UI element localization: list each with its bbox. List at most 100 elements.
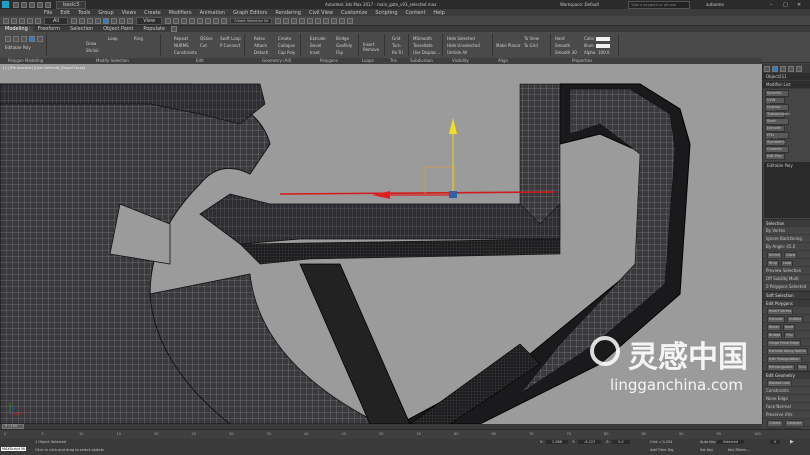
to-grid-button[interactable]: To Grid (524, 43, 538, 48)
modifier-button-shell[interactable]: Shell (765, 118, 789, 125)
toggle-ribbon-icon[interactable] (299, 17, 306, 24)
snaps-toggle-icon[interactable] (189, 17, 196, 24)
alpha-value[interactable]: 100.0 (598, 50, 609, 55)
menu-edit[interactable]: Edit (56, 10, 74, 16)
edge-mode-icon[interactable] (13, 36, 19, 42)
menu-group[interactable]: Group (94, 10, 117, 16)
bevel-button[interactable]: Bevel (310, 43, 321, 48)
workspace-dropdown[interactable]: Workspace: Default (560, 2, 599, 7)
selection-rollout-header[interactable]: Selection (763, 219, 810, 227)
maxscript-listener[interactable]: MAXScript Mi (1, 447, 27, 451)
z-coord-field[interactable]: 0.0 (612, 440, 630, 444)
modifier-button-ffd[interactable]: FFD Modifier (765, 132, 789, 142)
redo-icon[interactable] (45, 1, 51, 8)
menu-create[interactable]: Create (140, 10, 165, 16)
element-mode-icon[interactable] (37, 36, 43, 42)
collapse-button[interactable]: Collapse (278, 43, 295, 48)
modifier-button-turbosmooth[interactable]: Turbosmooth (765, 111, 790, 118)
select-place-icon[interactable] (127, 17, 134, 24)
selection-filter-dropdown[interactable]: All (44, 16, 69, 25)
undo-toolbar-icon[interactable] (3, 17, 9, 24)
maximize-icon[interactable]: □ (783, 2, 788, 8)
hierarchy-tab-icon[interactable] (780, 65, 786, 72)
bridge-button-cp[interactable]: Bridge (767, 331, 783, 338)
stack-item-editable-poly[interactable]: Editable Poly (764, 162, 810, 169)
y-coord-field[interactable]: -6.227 (578, 440, 602, 444)
percent-snap-icon[interactable] (205, 17, 212, 24)
edit-geometry-rollout-header[interactable]: Edit Geometry (763, 371, 810, 379)
current-frame-field[interactable]: 0 (770, 440, 781, 444)
named-selection-set-dropdown[interactable]: Create Selection Se (230, 17, 273, 24)
pconnect-button[interactable]: P Connect (220, 43, 240, 48)
constraints-button[interactable]: Constraints (174, 50, 197, 55)
inset-button-cp[interactable]: Inset (782, 323, 796, 330)
editable-poly-label[interactable]: Editable Poly (5, 45, 31, 50)
app-logo-icon[interactable] (2, 1, 9, 8)
grow-button-cp[interactable]: Grow (784, 251, 798, 258)
menu-tools[interactable]: Tools (74, 10, 94, 16)
select-manipulate-icon[interactable] (173, 17, 180, 24)
relax-button[interactable]: Relax (254, 36, 265, 41)
render-setup-icon[interactable] (331, 17, 338, 24)
hard-button[interactable]: Hard (555, 36, 565, 41)
ring-button-cp[interactable]: Ring (767, 259, 779, 266)
unlink-icon[interactable] (27, 17, 33, 24)
preserve-uvs-checkbox[interactable]: Preserve UVs (763, 411, 810, 419)
extrude-button[interactable]: Extrude (310, 36, 326, 41)
remove-loop-button[interactable]: Remove (363, 47, 379, 52)
constraint-edge-radio[interactable]: Edge (778, 396, 788, 401)
viewport-label[interactable]: [+] [Perspective] [User Defined] [Edged … (3, 66, 85, 70)
pivot-center-icon[interactable] (165, 17, 172, 24)
close-icon[interactable]: ✕ (797, 2, 801, 8)
attach-button[interactable]: Attach (254, 43, 267, 48)
spinner-snap-icon[interactable] (213, 17, 220, 24)
search-box[interactable]: Type a keyword or phrase (628, 0, 690, 9)
by-angle-value[interactable]: 45.0 (786, 244, 795, 249)
outline-button-cp[interactable]: Outline (786, 315, 804, 322)
retri-button[interactable]: Re Tri (392, 50, 403, 55)
align-icon[interactable] (283, 17, 290, 24)
ignore-backfacing-checkbox[interactable]: Ignore Backfacing (763, 235, 810, 243)
vertex-mode-icon[interactable] (5, 36, 11, 42)
use-displace-button[interactable]: Use Displac... (413, 50, 440, 55)
menu-customize[interactable]: Customize (337, 10, 371, 16)
rectangle-selection-icon[interactable] (87, 17, 94, 24)
user-name[interactable]: autoemo (706, 2, 724, 7)
select-by-name-icon[interactable] (79, 17, 86, 24)
unhide-all-button[interactable]: Unhide All (447, 50, 467, 55)
menu-help[interactable]: Help (429, 10, 448, 16)
preview-subobj-radio[interactable]: SubObj (773, 276, 787, 281)
smooth-button[interactable]: Smooth (555, 43, 570, 48)
open-file-icon[interactable] (21, 1, 27, 8)
repeat-last-button[interactable]: Repeat Last (767, 379, 792, 386)
menu-animation[interactable]: Animation (196, 10, 230, 16)
flip-button-cp[interactable]: Flip (784, 331, 795, 338)
modifier-list-dropdown[interactable]: Modifier List (763, 81, 810, 89)
material-editor-icon[interactable] (323, 17, 330, 24)
layer-explorer-icon[interactable] (291, 17, 298, 24)
insert-vertex-button[interactable]: Insert Vertex (767, 307, 794, 314)
schematic-view-icon[interactable] (315, 17, 322, 24)
ring-button[interactable]: Ring (134, 36, 143, 41)
cap-poly-button[interactable]: Cap Poly (278, 50, 295, 55)
bevel-button-cp[interactable]: Bevel (767, 323, 781, 330)
curve-editor-icon[interactable] (307, 17, 314, 24)
nurms-button[interactable]: NURMS (174, 43, 189, 48)
constraint-face-radio[interactable]: Face (766, 404, 775, 409)
modify-tab-icon[interactable] (772, 65, 778, 72)
flip-button[interactable]: Flip (336, 50, 343, 55)
modifier-stack[interactable]: Editable Poly (764, 162, 810, 218)
msmooth-button[interactable]: MSmooth (413, 36, 432, 41)
repeat-button[interactable]: Repeat (174, 36, 188, 41)
select-scale-icon[interactable] (119, 17, 126, 24)
link-icon[interactable] (19, 17, 25, 24)
undo-icon[interactable] (37, 1, 43, 8)
modifier-button-spherify[interactable]: Spherify (765, 90, 789, 97)
soft-selection-rollout-header[interactable]: Soft Selection (763, 291, 810, 299)
create-button[interactable]: Create (278, 36, 291, 41)
polygon-mode-icon[interactable] (29, 36, 35, 42)
by-vertex-checkbox[interactable]: By Vertex (763, 227, 810, 235)
save-file-icon[interactable] (29, 1, 35, 8)
play-icon[interactable]: ▶ (790, 439, 794, 445)
bind-spacewarp-icon[interactable] (35, 17, 41, 24)
